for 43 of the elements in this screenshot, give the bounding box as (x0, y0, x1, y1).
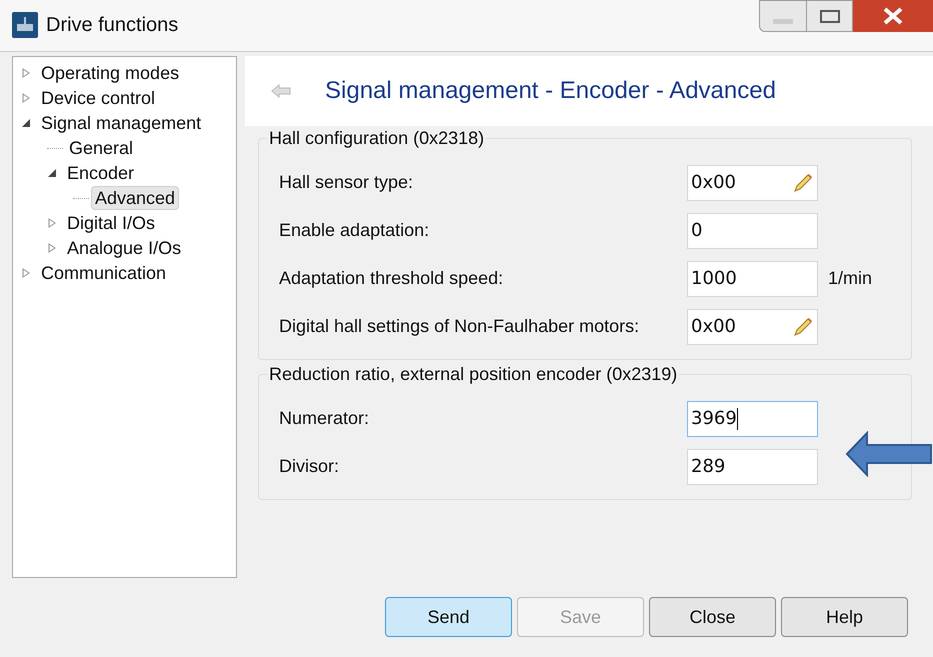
field-label: Numerator: (279, 407, 370, 430)
page-title: Signal management - Encoder - Advanced (325, 76, 776, 106)
input-field[interactable]: 0x00 (687, 164, 818, 201)
unit-label: 1/min (828, 267, 872, 290)
dialog-button[interactable]: Help (781, 597, 908, 638)
tree-item[interactable]: Encoder (63, 161, 138, 186)
collapsed-triangle-icon[interactable] (21, 268, 31, 278)
tree-item[interactable]: Advanced (91, 186, 180, 210)
maximize-button[interactable] (807, 0, 853, 32)
field-label: Hall sensor type: (279, 171, 414, 194)
tree-item[interactable]: Device control (37, 86, 160, 110)
dialog-button[interactable]: Send (385, 597, 512, 638)
collapsed-triangle-icon[interactable] (47, 243, 57, 254)
input-field[interactable]: 0x00 (687, 308, 818, 345)
collapsed-triangle-icon[interactable] (21, 68, 31, 78)
app-icon (12, 12, 38, 38)
group-title: Hall configuration (0x2318) (267, 128, 486, 148)
pencil-icon[interactable] (792, 316, 814, 338)
tree-item[interactable]: Analogue I/Os (63, 236, 186, 260)
tree-item[interactable]: Operating modes (37, 61, 184, 86)
expanded-triangle-icon[interactable] (47, 168, 57, 178)
window-title: Drive functions (46, 13, 178, 38)
tree-item[interactable]: Communication (37, 261, 170, 286)
group-title: Reduction ratio, external position encoder (0x2319) (267, 364, 680, 384)
collapsed-triangle-icon[interactable] (21, 93, 31, 104)
input-field[interactable]: 0 (687, 212, 818, 249)
back-arrow-icon[interactable] (271, 84, 291, 98)
collapsed-triangle-icon[interactable] (47, 218, 57, 228)
close-icon (882, 7, 904, 25)
close-window-button[interactable] (853, 0, 933, 32)
field-label: Adaptation threshold speed: (279, 267, 504, 290)
field-label: Divisor: (279, 455, 340, 478)
field-label: Enable adaptation: (279, 219, 430, 242)
input-field[interactable]: 289 (687, 448, 818, 485)
tree-item[interactable]: Signal management (37, 111, 206, 136)
tree-item[interactable]: General (65, 136, 138, 160)
expanded-triangle-icon[interactable] (21, 118, 31, 128)
field-label: Digital hall settings of Non-Faulhaber motors: (279, 315, 640, 338)
pencil-icon[interactable] (792, 172, 814, 194)
input-field[interactable]: 1000 (687, 260, 818, 297)
dialog-button[interactable]: Close (649, 597, 776, 638)
input-field[interactable]: 3969 (687, 400, 818, 437)
tree-item[interactable]: Digital I/Os (63, 211, 160, 236)
